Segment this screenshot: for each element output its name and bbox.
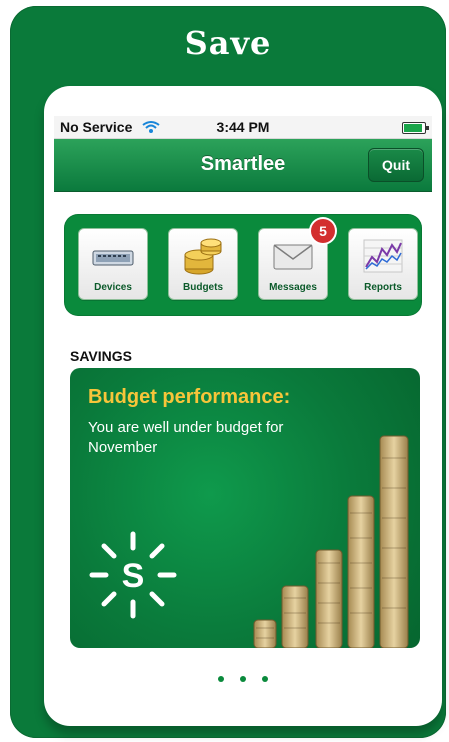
page-dot[interactable]	[240, 676, 246, 682]
app-frame: Save No Service 3:44 PM Smartlee Quit De…	[10, 6, 446, 738]
card-title: Budget performance:	[88, 386, 291, 408]
messages-label: Messages	[269, 282, 317, 293]
budgets-button[interactable]: Budgets	[168, 228, 238, 300]
smartlee-logo-icon: S	[89, 531, 177, 619]
coins-icon	[184, 238, 222, 275]
budgets-label: Budgets	[183, 282, 223, 293]
devices-button[interactable]: Devices	[78, 228, 148, 300]
reports-label: Reports	[364, 282, 402, 293]
devices-icon	[92, 250, 134, 266]
reports-button[interactable]: Reports	[348, 228, 418, 300]
reports-chart-icon	[363, 239, 403, 273]
devices-label: Devices	[94, 282, 132, 293]
envelope-icon	[273, 244, 313, 270]
status-time: 3:44 PM	[216, 119, 270, 135]
budget-performance-card[interactable]: Budget performance: You are well under b…	[70, 368, 420, 648]
svg-text:S: S	[122, 557, 145, 595]
messages-badge: 5	[311, 219, 335, 243]
icon-toolbar: Devices Budgets 5 Messages Reports	[64, 214, 422, 316]
page-dot[interactable]	[262, 676, 268, 682]
nav-bar: Smartlee Quit	[54, 139, 432, 192]
battery-fill	[404, 124, 422, 132]
messages-button[interactable]: 5 Messages	[258, 219, 335, 300]
status-bar: No Service 3:44 PM	[54, 116, 432, 139]
page-indicator[interactable]	[44, 676, 442, 682]
battery-icon	[402, 122, 429, 134]
coin-stacks-illustration	[253, 435, 409, 648]
section-title: SAVINGS	[70, 348, 132, 364]
page-title: Save	[184, 24, 272, 62]
quit-button[interactable]: Quit	[368, 148, 424, 182]
page-dot[interactable]	[218, 676, 224, 682]
phone-screen: No Service 3:44 PM Smartlee Quit Devices…	[44, 86, 442, 726]
